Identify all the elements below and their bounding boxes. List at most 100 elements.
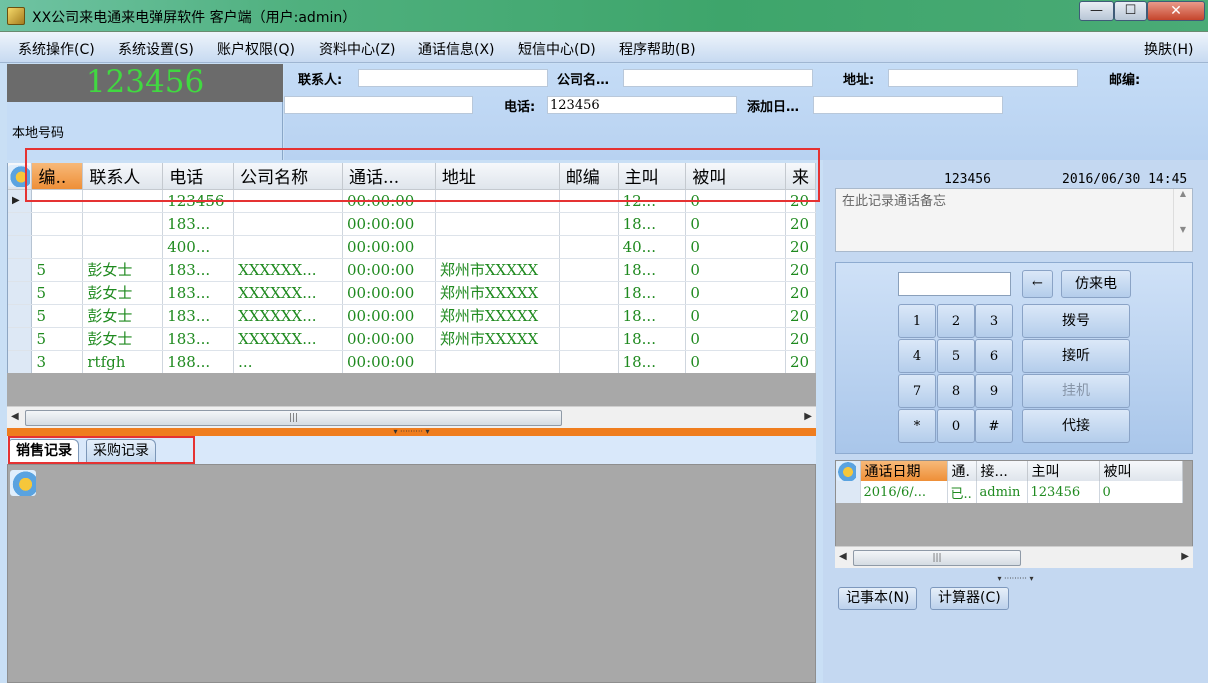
log-col-receiver[interactable]: 接... (976, 461, 1028, 481)
table-row[interactable]: 5 彭女士 183... XXXXXX... 00:00:00 郑州市XXXXX 18...… (8, 304, 816, 328)
grid-horizontal-scrollbar[interactable]: ◀ ||| ▶ (7, 406, 816, 428)
window-title: XX公司来电通来电弹屏软件 客户端（用户:admin） (32, 10, 357, 26)
log-col-caller[interactable]: 主叫 (1027, 461, 1100, 481)
cell: 40... (618, 235, 687, 259)
key-hash-button[interactable]: # (975, 409, 1013, 443)
log-col-callee[interactable]: 被叫 (1099, 461, 1183, 481)
menu-help[interactable]: 程序帮助(B) (619, 39, 696, 59)
cell: 已.. (947, 481, 977, 503)
row-selector[interactable] (8, 235, 33, 259)
close-button[interactable]: ✕ (1147, 1, 1205, 21)
cell (559, 304, 619, 328)
table-row[interactable]: 5 彭女士 183... XXXXXX... 00:00:00 郑州市XXXXX 18...… (8, 281, 816, 305)
menu-sms-center[interactable]: 短信中心(D) (518, 39, 596, 59)
row-selector[interactable] (8, 304, 33, 328)
menu-skin[interactable]: 换肤(H) (1144, 39, 1193, 59)
notepad-button[interactable]: 记事本(N) (838, 587, 918, 610)
cell: admin (976, 481, 1028, 503)
key-0-button[interactable]: 0 (937, 409, 975, 443)
hangup-button[interactable]: 挂机 (1022, 374, 1130, 408)
dial-number-input[interactable] (898, 272, 1011, 296)
cell: 20 (785, 350, 816, 373)
key-7-button[interactable]: 7 (898, 374, 936, 408)
key-4-button[interactable]: 4 (898, 339, 936, 373)
row-selector[interactable] (8, 258, 33, 282)
pickup-button[interactable]: 代接 (1022, 409, 1130, 443)
horizontal-splitter[interactable]: ▾ ········· ▾ (7, 428, 816, 436)
call-log-table: 通话日期 通. 接... 主叫 被叫 2016/6/... 已.. admin … (836, 461, 1183, 503)
contact-field[interactable] (358, 69, 548, 87)
dial-button[interactable]: 拨号 (1022, 304, 1130, 338)
cell: 彭女士 (82, 281, 164, 305)
phone-field[interactable]: 123456 (547, 96, 737, 114)
cell: 183... (162, 327, 235, 351)
backspace-button[interactable]: ← (1022, 270, 1053, 298)
key-8-button[interactable]: 8 (937, 374, 975, 408)
calculator-button[interactable]: 计算器(C) (930, 587, 1009, 610)
right-splitter[interactable]: ▾ ········· ▾ (823, 575, 1208, 583)
key-6-button[interactable]: 6 (975, 339, 1013, 373)
address-field[interactable] (888, 69, 1078, 87)
table-row[interactable]: 5 彭女士 183... XXXXXX... 00:00:00 郑州市XXXXX 18...… (8, 327, 816, 351)
cell: XXXXXX... (233, 304, 343, 328)
table-row[interactable]: 5 彭女士 183... XXXXXX... 00:00:00 郑州市XXXXX 18...… (8, 258, 816, 282)
key-5-button[interactable]: 5 (937, 339, 975, 373)
added-date-label: 添加日… (747, 100, 800, 115)
cell: 2016/6/... (860, 481, 948, 503)
cell: 20 (785, 281, 816, 305)
cell: 20 (785, 258, 816, 282)
scroll-thumb[interactable]: ||| (853, 550, 1021, 566)
added-date-field[interactable] (813, 96, 1003, 114)
scroll-left-arrow-icon[interactable]: ◀ (11, 411, 19, 422)
highlight-box-tabs (8, 436, 195, 464)
app-icon (7, 7, 25, 25)
row-selector[interactable] (8, 327, 33, 351)
menu-system-ops[interactable]: 系统操作(C) (18, 39, 95, 59)
key-2-button[interactable]: 2 (937, 304, 975, 338)
row-selector[interactable] (836, 481, 861, 503)
log-col-date[interactable]: 通话日期 (860, 461, 948, 481)
key-star-button[interactable]: * (898, 409, 936, 443)
simulate-call-button[interactable]: 仿来电 (1061, 270, 1131, 298)
row-selector[interactable] (8, 281, 33, 305)
memo-scrollbar[interactable]: ▲ ▼ (1173, 189, 1192, 251)
cell: XXXXXX... (233, 327, 343, 351)
log-col-status[interactable]: 通. (947, 461, 977, 481)
zip-field[interactable] (284, 96, 473, 114)
table-row[interactable]: 2016/6/... 已.. admin 123456 0 (836, 481, 1183, 503)
menu-data-center[interactable]: 资料中心(Z) (319, 39, 396, 59)
cell: 5 (31, 327, 84, 351)
log-horizontal-scrollbar[interactable]: ◀ ||| ▶ (835, 546, 1193, 568)
cell: 0 (685, 281, 786, 305)
minimize-button[interactable]: — (1079, 1, 1114, 21)
scroll-left-arrow-icon[interactable]: ◀ (839, 551, 847, 562)
key-3-button[interactable]: 3 (975, 304, 1013, 338)
key-9-button[interactable]: 9 (975, 374, 1013, 408)
table-row[interactable]: 183... 00:00:00 18... 0 20 (8, 212, 816, 236)
table-row[interactable]: 400... 00:00:00 40... 0 20 (8, 235, 816, 259)
cell: 00:00:00 (342, 350, 436, 373)
cell: ... (233, 350, 343, 373)
maximize-button[interactable]: ☐ (1114, 1, 1147, 21)
scroll-right-arrow-icon[interactable]: ▶ (804, 411, 812, 422)
menu-system-settings[interactable]: 系统设置(S) (118, 39, 194, 59)
cell: 20 (785, 327, 816, 351)
company-field[interactable] (623, 69, 813, 87)
highlight-box-columns (25, 148, 820, 202)
cell: XXXXXX... (233, 281, 343, 305)
menu-call-info[interactable]: 通话信息(X) (418, 39, 495, 59)
row-selector[interactable] (8, 212, 33, 236)
cell (233, 212, 343, 236)
cell: 彭女士 (82, 304, 164, 328)
key-1-button[interactable]: 1 (898, 304, 936, 338)
scroll-thumb[interactable]: ||| (25, 410, 562, 426)
row-selector[interactable] (8, 350, 33, 373)
cell: 彭女士 (82, 327, 164, 351)
title-bar[interactable]: XX公司来电通来电弹屏软件 客户端（用户:admin） — ☐ ✕ (0, 0, 1208, 32)
menu-account-permissions[interactable]: 账户权限(Q) (217, 39, 295, 59)
table-row[interactable]: 3 rtfgh 188...... 00:00:00 18... 0 20 (8, 350, 816, 373)
call-memo-input[interactable]: 在此记录通话备忘 (835, 188, 1193, 252)
scroll-right-arrow-icon[interactable]: ▶ (1181, 551, 1189, 562)
answer-button[interactable]: 接听 (1022, 339, 1130, 373)
cell: rtfgh (82, 350, 164, 373)
